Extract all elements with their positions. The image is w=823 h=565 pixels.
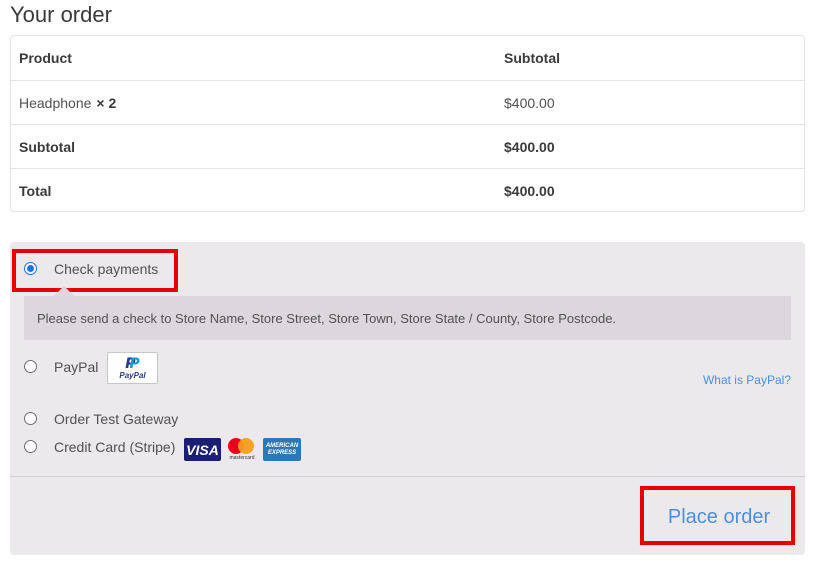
order-review-table: Product Subtotal Headphone × 2 $400.00 Su… (10, 35, 805, 212)
stripe-label[interactable]: Credit Card (Stripe) (54, 439, 175, 455)
stripe-radio[interactable] (24, 440, 37, 453)
total-value: $400.00 (504, 182, 555, 199)
table-header-row: Product Subtotal (11, 36, 804, 80)
highlight-box-check-payments (12, 249, 178, 292)
description-arrow (54, 286, 74, 296)
paypal-radio[interactable] (24, 360, 37, 373)
total-label: Total (19, 182, 52, 199)
product-header: Product (19, 50, 72, 66)
table-row: Headphone × 2 $400.00 (11, 80, 804, 124)
product-quantity: × 2 (96, 94, 117, 111)
mastercard-icon: mastercard (227, 437, 257, 461)
product-price: $400.00 (504, 94, 555, 111)
amex-card-icon: AMERICAN EXPRESS (263, 438, 301, 461)
payment-divider (10, 476, 805, 477)
check-payments-description: Please send a check to Store Name, Store… (24, 296, 791, 340)
subtotal-label: Subtotal (19, 138, 75, 155)
what-is-paypal-link[interactable]: What is PayPal? (703, 373, 791, 387)
total-row: Total $400.00 (11, 168, 804, 212)
subtotal-value: $400.00 (504, 138, 555, 155)
product-cell: Headphone × 2 (19, 95, 116, 111)
page-heading: Your order (10, 2, 112, 27)
test-gateway-radio[interactable] (24, 412, 37, 425)
test-gateway-label[interactable]: Order Test Gateway (54, 411, 178, 427)
payment-methods-box: Check payments Please send a check to St… (10, 242, 805, 555)
highlight-box-place-order (640, 486, 795, 545)
paypal-label[interactable]: PayPal (54, 359, 98, 375)
subtotal-row: Subtotal $400.00 (11, 124, 804, 168)
visa-card-icon: VISA (184, 438, 221, 461)
paypal-logo-icon: PP PayPal (107, 352, 158, 384)
subtotal-header: Subtotal (504, 50, 560, 66)
product-name: Headphone (19, 94, 92, 111)
